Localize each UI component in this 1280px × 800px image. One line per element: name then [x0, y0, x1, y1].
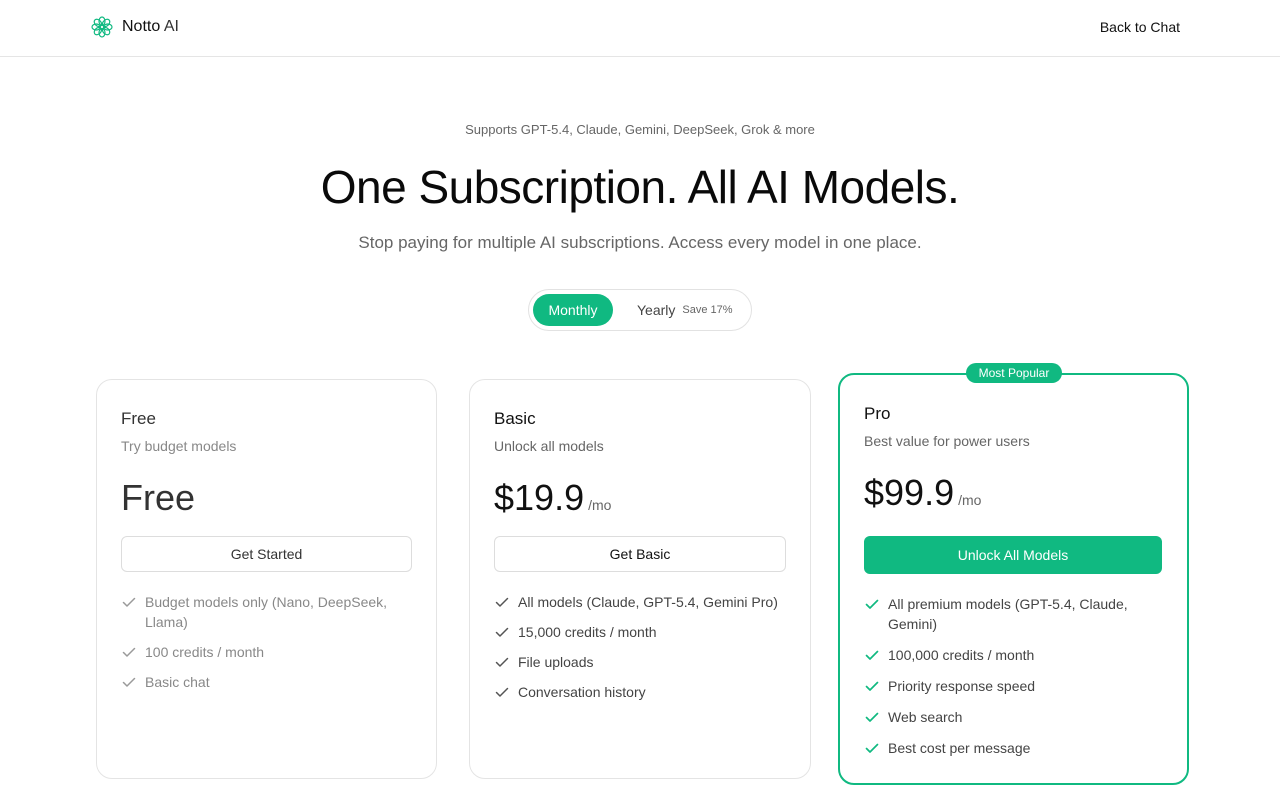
- feature-text: All premium models (GPT-5.4, Claude, Gem…: [888, 596, 1128, 632]
- yearly-savings-badge: Save 17%: [682, 304, 733, 316]
- check-icon: [494, 592, 510, 612]
- plan-price: $19.9: [494, 477, 585, 518]
- check-icon: [864, 707, 880, 727]
- plan-price: $99.9: [864, 472, 955, 513]
- feature-text: Budget models only (Nano, DeepSeek, Llam…: [145, 594, 388, 630]
- plan-price-period: /mo: [958, 492, 982, 508]
- plan-card-free: Free Try budget models Free Get Started …: [96, 379, 437, 779]
- check-icon: [121, 642, 137, 662]
- check-icon: [864, 676, 880, 696]
- plan-feature-list: All models (Claude, GPT-5.4, Gemini Pro)…: [494, 592, 778, 712]
- feature-item: Budget models only (Nano, DeepSeek, Llam…: [121, 592, 401, 632]
- plan-name: Basic: [494, 409, 536, 428]
- feature-item: Web search: [864, 707, 1149, 727]
- check-icon: [864, 738, 880, 758]
- page-subtitle: Stop paying for multiple AI subscription…: [358, 233, 922, 252]
- plan-name: Free: [121, 409, 156, 428]
- plan-price-row: $19.9 /mo: [494, 477, 611, 519]
- page-title: One Subscription. All AI Models.: [320, 161, 960, 213]
- feature-item: File uploads: [494, 652, 778, 672]
- feature-item: Best cost per message: [864, 738, 1149, 758]
- brand-name: Notto AI: [122, 18, 179, 36]
- plan-price: Free: [121, 477, 196, 518]
- back-to-chat-link[interactable]: Back to Chat: [1100, 19, 1180, 35]
- feature-item: 15,000 credits / month: [494, 622, 778, 642]
- plan-description: Best value for power users: [864, 433, 1030, 449]
- brand[interactable]: Notto AI: [91, 16, 179, 38]
- plan-card-pro: Pro Best value for power users $99.9 /mo…: [838, 373, 1189, 785]
- feature-text: Basic chat: [145, 674, 210, 690]
- plan-feature-list: All premium models (GPT-5.4, Claude, Gem…: [864, 594, 1149, 769]
- billing-yearly-label: Yearly: [637, 302, 676, 318]
- check-icon: [494, 622, 510, 642]
- feature-text: Conversation history: [518, 684, 646, 700]
- feature-item: All premium models (GPT-5.4, Claude, Gem…: [864, 594, 1149, 634]
- feature-text: All models (Claude, GPT-5.4, Gemini Pro): [518, 594, 778, 610]
- plan-description: Try budget models: [121, 438, 237, 454]
- check-icon: [864, 594, 880, 614]
- flower-logo-icon: [91, 16, 113, 38]
- check-icon: [121, 672, 137, 692]
- check-icon: [494, 682, 510, 702]
- billing-monthly-option[interactable]: Monthly: [533, 294, 613, 326]
- feature-text: File uploads: [518, 654, 594, 670]
- feature-item: 100,000 credits / month: [864, 645, 1149, 665]
- check-icon: [121, 592, 137, 612]
- plan-price-row: $99.9 /mo: [864, 472, 981, 514]
- plan-feature-list: Budget models only (Nano, DeepSeek, Llam…: [121, 592, 401, 702]
- feature-text: 100,000 credits / month: [888, 647, 1035, 663]
- plan-name: Pro: [864, 404, 891, 423]
- billing-yearly-option[interactable]: Yearly Save 17%: [637, 294, 733, 326]
- get-started-button[interactable]: Get Started: [121, 536, 412, 572]
- brand-name-main: Notto: [122, 18, 161, 35]
- feature-item: 100 credits / month: [121, 642, 401, 662]
- feature-item: Conversation history: [494, 682, 778, 702]
- feature-item: All models (Claude, GPT-5.4, Gemini Pro): [494, 592, 778, 612]
- plan-card-basic: Basic Unlock all models $19.9 /mo Get Ba…: [469, 379, 811, 779]
- check-icon: [864, 645, 880, 665]
- unlock-all-models-button[interactable]: Unlock All Models: [864, 536, 1162, 574]
- get-basic-button[interactable]: Get Basic: [494, 536, 786, 572]
- plan-price-row: Free: [121, 477, 195, 519]
- feature-item: Basic chat: [121, 672, 401, 692]
- check-icon: [494, 652, 510, 672]
- billing-toggle: Monthly Yearly Save 17%: [528, 289, 752, 331]
- supported-models-eyebrow: Supports GPT-5.4, Claude, Gemini, DeepSe…: [465, 122, 815, 137]
- feature-text: 15,000 credits / month: [518, 624, 657, 640]
- brand-name-suffix: AI: [160, 18, 179, 35]
- feature-text: 100 credits / month: [145, 644, 265, 660]
- feature-text: Web search: [888, 709, 963, 725]
- plan-description: Unlock all models: [494, 438, 604, 454]
- plan-price-period: /mo: [588, 497, 612, 513]
- feature-item: Priority response speed: [864, 676, 1149, 696]
- feature-text: Priority response speed: [888, 678, 1036, 694]
- feature-text: Best cost per message: [888, 740, 1031, 756]
- top-bar: Notto AI Back to Chat: [0, 0, 1280, 57]
- most-popular-badge: Most Popular: [966, 363, 1062, 383]
